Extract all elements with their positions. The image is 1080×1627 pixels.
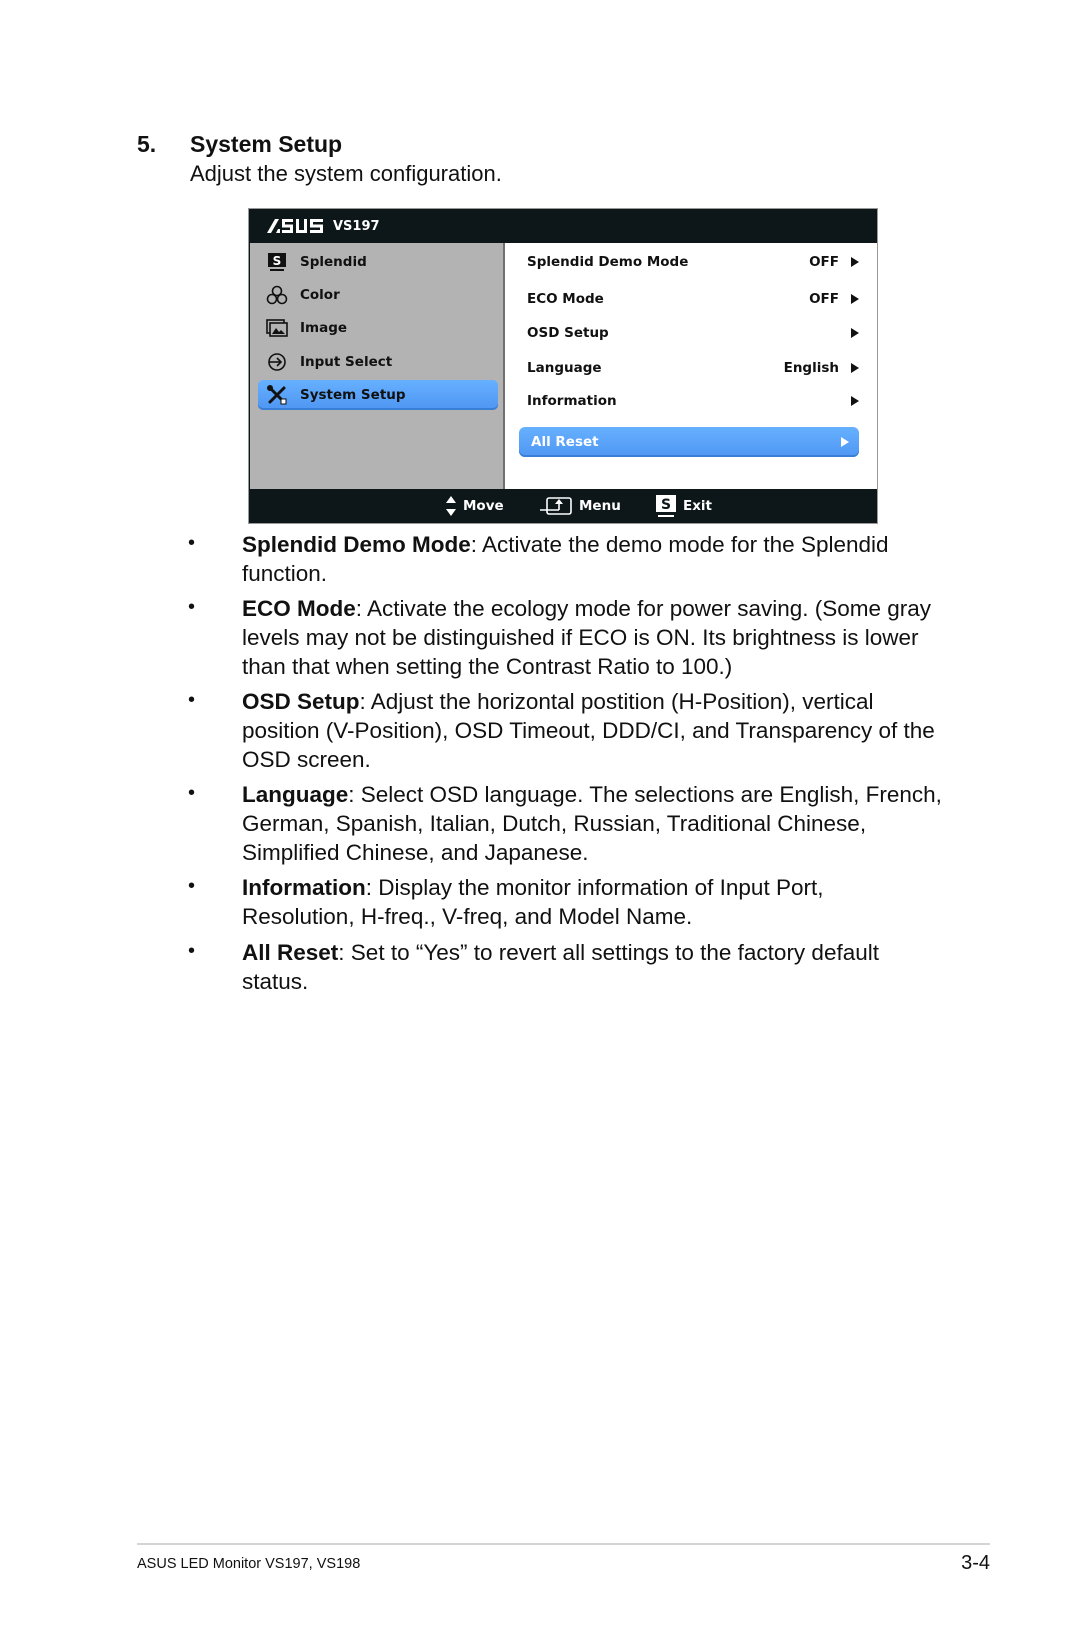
setting-name: All Reset: [531, 434, 599, 450]
osd-submenu: Splendid Demo Mode OFF ECO Mode OFF OSD …: [505, 243, 877, 489]
exit-s-key-icon: S: [656, 495, 676, 517]
bullet-icon: •: [188, 689, 196, 711]
osd-move-hint: Move: [445, 489, 504, 523]
setting-name: Splendid Demo Mode: [527, 254, 689, 270]
input-select-icon: [266, 352, 288, 372]
section-number: 5.: [137, 131, 157, 157]
osd-menu-screenshot: VS197 S Splendid Color Image Input Selec…: [248, 208, 878, 524]
osd-menu-item-color[interactable]: Color: [258, 280, 498, 310]
setting-name: Information: [527, 393, 617, 409]
menu-item-label: Input Select: [300, 354, 393, 370]
arrow-right-icon: [851, 257, 859, 267]
arrow-right-icon: [851, 294, 859, 304]
osd-menu-item-splendid[interactable]: S Splendid: [258, 247, 498, 277]
bullet-icon: •: [188, 875, 196, 897]
term: Splendid Demo Mode: [242, 532, 471, 557]
term: ECO Mode: [242, 596, 356, 621]
menu-enter-icon: [540, 497, 572, 515]
image-icon: [266, 318, 288, 338]
setting-name: ECO Mode: [527, 291, 604, 307]
term: Information: [242, 875, 366, 900]
footer-divider: [137, 1543, 990, 1545]
setting-all-reset[interactable]: All Reset: [519, 427, 859, 457]
color-rgb-icon: [266, 285, 288, 305]
menu-item-label: Image: [300, 320, 348, 336]
arrow-right-icon: [841, 437, 849, 447]
menu-label: Menu: [579, 498, 621, 514]
setting-language[interactable]: Language English: [527, 356, 859, 380]
setting-value: OFF: [809, 291, 839, 307]
bullet-icon: •: [188, 782, 196, 804]
section-title: System Setup: [190, 131, 343, 157]
setting-name: OSD Setup: [527, 325, 609, 341]
setting-splendid-demo-mode[interactable]: Splendid Demo Mode OFF: [527, 250, 859, 274]
osd-model: VS197: [333, 218, 380, 234]
term: OSD Setup: [242, 689, 360, 714]
setting-value: English: [783, 360, 839, 376]
bullet-icon: •: [188, 596, 196, 618]
bullet-icon: •: [188, 940, 196, 962]
osd-main-menu: S Splendid Color Image Input Select Syst…: [250, 243, 505, 489]
osd-header: VS197: [249, 209, 877, 243]
osd-exit-hint: S Exit: [655, 489, 712, 523]
osd-menu-item-input-select[interactable]: Input Select: [258, 347, 498, 377]
setting-value: OFF: [809, 254, 839, 270]
up-down-arrows-icon: [446, 496, 456, 516]
setting-osd-setup[interactable]: OSD Setup: [527, 321, 859, 345]
osd-menu-item-image[interactable]: Image: [258, 313, 498, 343]
term: Language: [242, 782, 349, 807]
description: : Set to “Yes” to revert all settings to…: [242, 940, 879, 994]
wrench-screwdriver-icon: [266, 385, 288, 405]
menu-item-label: Splendid: [300, 254, 367, 270]
svg-text:S: S: [273, 254, 282, 268]
bullet-icon: •: [188, 532, 196, 554]
move-label: Move: [463, 498, 504, 514]
setting-information[interactable]: Information: [527, 389, 859, 413]
osd-menu-item-system-setup[interactable]: System Setup: [258, 380, 498, 410]
setting-name: Language: [527, 360, 602, 376]
osd-footer: Move Menu S Exit: [249, 489, 877, 523]
arrow-right-icon: [851, 363, 859, 373]
osd-menu-hint: Menu: [539, 489, 621, 523]
arrow-right-icon: [851, 396, 859, 406]
setting-eco-mode[interactable]: ECO Mode OFF: [527, 287, 859, 311]
arrow-right-icon: [851, 328, 859, 338]
asus-logo-icon: [267, 219, 323, 233]
footer-product-name: ASUS LED Monitor VS197, VS198: [137, 1556, 361, 1572]
svg-text:S: S: [661, 497, 671, 513]
term: All Reset: [242, 940, 339, 965]
menu-item-label: System Setup: [300, 387, 406, 403]
splendid-s-icon: S: [266, 252, 288, 272]
menu-item-label: Color: [300, 287, 340, 303]
section-subtitle: Adjust the system configuration.: [190, 161, 502, 186]
page-number: 3-4: [961, 1552, 990, 1574]
exit-label: Exit: [683, 498, 713, 514]
